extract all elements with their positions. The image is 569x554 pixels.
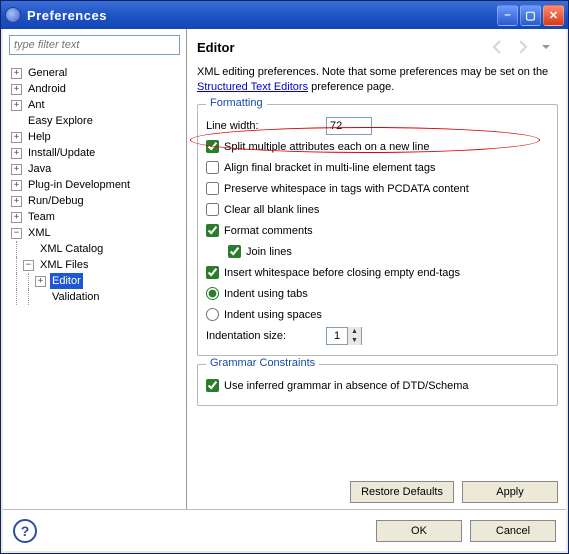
grammar-legend: Grammar Constraints — [206, 357, 319, 369]
indent-size-input[interactable] — [327, 328, 347, 344]
preferences-window: Preferences – ▢ ✕ +General +Android +Ant… — [0, 0, 569, 554]
line-width-label: Line width: — [206, 120, 326, 132]
line-width-input[interactable] — [326, 117, 372, 135]
app-icon — [5, 7, 21, 23]
tree-item[interactable]: +Team — [11, 209, 182, 225]
tree-item[interactable]: +Android — [11, 81, 182, 97]
help-button[interactable]: ? — [13, 519, 37, 543]
tree-pane: +General +Android +Ant Easy Explore +Hel… — [3, 29, 187, 509]
dialog-footer: ? OK Cancel — [3, 509, 566, 551]
tree-item-editor[interactable]: +Editor — [11, 273, 182, 289]
window-title: Preferences — [27, 8, 495, 23]
tree-item[interactable]: +Java — [11, 161, 182, 177]
close-button[interactable]: ✕ — [543, 5, 564, 26]
indent-spaces-radio[interactable] — [206, 308, 219, 321]
preserve-whitespace-checkbox[interactable] — [206, 182, 219, 195]
join-lines-label: Join lines — [246, 246, 292, 258]
format-comments-label: Format comments — [224, 225, 313, 237]
clear-blank-checkbox[interactable] — [206, 203, 219, 216]
inferred-grammar-checkbox[interactable] — [206, 379, 219, 392]
tree-item[interactable]: Easy Explore — [11, 113, 182, 129]
description-text: XML editing preferences. Note that some … — [197, 65, 558, 96]
indent-size-label: Indentation size: — [206, 330, 326, 342]
filter-input[interactable] — [9, 35, 180, 55]
tree-item[interactable]: XML Catalog — [11, 241, 182, 257]
title-bar[interactable]: Preferences – ▢ ✕ — [1, 1, 568, 29]
editor-page: Editor XML editing preferences. Note tha… — [187, 29, 566, 509]
maximize-button[interactable]: ▢ — [520, 5, 541, 26]
indent-tabs-radio[interactable] — [206, 287, 219, 300]
format-comments-checkbox[interactable] — [206, 224, 219, 237]
split-attributes-checkbox[interactable] — [206, 140, 219, 153]
indent-tabs-label: Indent using tabs — [224, 288, 308, 300]
restore-defaults-button[interactable]: Restore Defaults — [350, 481, 454, 503]
forward-icon[interactable] — [514, 39, 530, 55]
apply-button[interactable]: Apply — [462, 481, 558, 503]
ok-button[interactable]: OK — [376, 520, 462, 542]
spin-up-icon[interactable]: ▲ — [347, 327, 361, 336]
formatting-legend: Formatting — [206, 97, 267, 109]
tree-item[interactable]: +General — [11, 65, 182, 81]
tree-item[interactable]: +Run/Debug — [11, 193, 182, 209]
align-bracket-label: Align final bracket in multi-line elemen… — [224, 162, 436, 174]
preference-tree[interactable]: +General +Android +Ant Easy Explore +Hel… — [3, 61, 186, 509]
preserve-whitespace-label: Preserve whitespace in tags with PCDATA … — [224, 183, 469, 195]
join-lines-checkbox[interactable] — [228, 245, 241, 258]
insert-whitespace-label: Insert whitespace before closing empty e… — [224, 267, 460, 279]
tree-item[interactable]: +Help — [11, 129, 182, 145]
split-attributes-label: Split multiple attributes each on a new … — [224, 141, 429, 153]
clear-blank-label: Clear all blank lines — [224, 204, 319, 216]
align-bracket-checkbox[interactable] — [206, 161, 219, 174]
minimize-button[interactable]: – — [497, 5, 518, 26]
inferred-grammar-label: Use inferred grammar in absence of DTD/S… — [224, 380, 469, 392]
spin-down-icon[interactable]: ▼ — [347, 336, 361, 345]
page-title: Editor — [197, 40, 486, 55]
tree-item[interactable]: +Ant — [11, 97, 182, 113]
cancel-button[interactable]: Cancel — [470, 520, 556, 542]
structured-text-editors-link[interactable]: Structured Text Editors — [197, 81, 308, 93]
tree-item[interactable]: +Plug-in Development — [11, 177, 182, 193]
dropdown-icon[interactable] — [538, 39, 554, 55]
indent-size-spinner[interactable]: ▲▼ — [326, 327, 362, 345]
insert-whitespace-checkbox[interactable] — [206, 266, 219, 279]
tree-item[interactable]: +Install/Update — [11, 145, 182, 161]
back-icon[interactable] — [490, 39, 506, 55]
grammar-group: Grammar Constraints Use inferred grammar… — [197, 364, 558, 406]
indent-spaces-label: Indent using spaces — [224, 309, 322, 321]
tree-item[interactable]: Validation — [11, 289, 182, 305]
tree-item-xml-files[interactable]: −XML Files — [11, 257, 182, 273]
formatting-group: Formatting Line width: Split multiple at… — [197, 104, 558, 356]
tree-item-xml[interactable]: −XML — [11, 225, 182, 241]
